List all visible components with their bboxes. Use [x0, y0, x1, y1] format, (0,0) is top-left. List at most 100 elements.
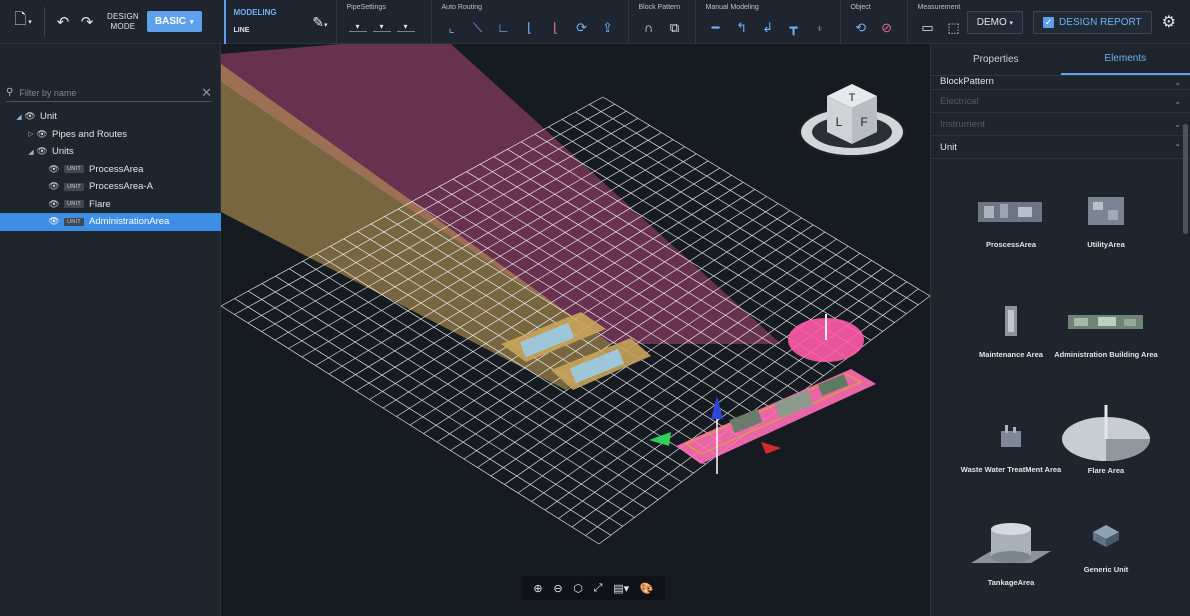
- demo-label: DEMO: [976, 16, 1007, 28]
- view-cube[interactable]: T L F: [799, 84, 905, 157]
- group-label: PipeSettings: [346, 3, 386, 11]
- expand-icon[interactable]: ◢: [14, 113, 24, 121]
- demo-dropdown[interactable]: DEMO ▾: [966, 10, 1024, 34]
- block-icon[interactable]: ⧉: [667, 20, 683, 36]
- eye-icon[interactable]: 👁: [48, 199, 60, 210]
- section-label: Instrument: [940, 118, 985, 130]
- design-report-button[interactable]: ✓ DESIGN REPORT: [1033, 10, 1152, 34]
- top-toolbar: 🗋 ▾ ↶ ↷ DESIGN MODE BASIC ▾ MODELING LINE …: [0, 0, 1190, 44]
- element-label: ProscessArea: [985, 240, 1037, 249]
- chevron-up-icon: ⌃: [1174, 142, 1181, 152]
- section-unit[interactable]: Unit ⌃: [931, 136, 1190, 159]
- tab-properties[interactable]: Properties: [931, 44, 1061, 75]
- cube-top-face-label: T: [849, 92, 856, 104]
- tree-node-label: Unit: [40, 111, 57, 123]
- magnet-icon[interactable]: ∩: [641, 20, 657, 36]
- eye-icon[interactable]: 👁: [36, 146, 48, 157]
- filter-input[interactable]: ⚲ Filter by name ✕: [6, 84, 212, 102]
- zoom-out-icon[interactable]: ⊖: [553, 582, 562, 595]
- route-alert-icon[interactable]: ⌊: [548, 20, 564, 36]
- divider: [44, 6, 45, 37]
- tree-node-units[interactable]: ◢ 👁 Units: [0, 143, 221, 161]
- pipe-setting-dropdown[interactable]: ▾: [396, 22, 415, 32]
- checkbox-icon: ✓: [1043, 16, 1055, 28]
- fullscreen-icon[interactable]: ⤢: [594, 582, 603, 595]
- eye-icon[interactable]: 👁: [24, 111, 36, 122]
- section-electrical[interactable]: Electrical ⌄: [931, 90, 1190, 113]
- eye-icon[interactable]: 👁: [48, 216, 60, 227]
- tree-node-processarea[interactable]: 👁 UNIT ProcessArea: [0, 161, 221, 179]
- expand-icon[interactable]: ◢: [26, 148, 36, 156]
- pen-icon[interactable]: ✎▾: [312, 14, 327, 31]
- element-card[interactable]: UtilityArea: [1051, 182, 1161, 249]
- pipe-bend-icon[interactable]: ↲: [760, 20, 776, 36]
- route-elbow-icon[interactable]: ⌞: [444, 20, 460, 36]
- element-card[interactable]: Generic Unit: [1051, 507, 1161, 574]
- tree-node-administrationarea[interactable]: 👁 UNIT AdministrationArea: [0, 213, 221, 231]
- element-card[interactable]: Administration Building Area: [1051, 292, 1161, 359]
- clear-icon[interactable]: ✕: [201, 85, 212, 101]
- ruler-icon[interactable]: ▭: [920, 20, 936, 36]
- object-rotate-icon[interactable]: ⟲: [853, 20, 869, 36]
- tree-node-processarea-a[interactable]: 👁 UNIT ProcessArea-A: [0, 178, 221, 196]
- pipe-elbow-icon[interactable]: ↰: [734, 20, 750, 36]
- pipe-straight-icon[interactable]: ━: [708, 20, 724, 36]
- zoom-in-icon[interactable]: ⊕: [533, 582, 542, 595]
- route-diagonal-icon[interactable]: ⟍: [470, 20, 486, 36]
- element-card[interactable]: Flare Area: [1051, 400, 1161, 475]
- pipe-setting-dropdown[interactable]: ▾: [348, 22, 367, 32]
- file-menu-button[interactable]: 🗋 ▾: [10, 9, 36, 34]
- scene-canvas[interactable]: T L F: [221, 44, 930, 616]
- section-blockpattern[interactable]: BlockPattern ⌄: [931, 76, 1190, 90]
- basic-mode-dropdown[interactable]: BASIC ▾: [146, 11, 202, 32]
- gear-icon[interactable]: ⚙: [1162, 12, 1176, 32]
- gizmo-left-arrow[interactable]: [649, 432, 671, 446]
- design-mode-label: DESIGN MODE: [107, 11, 139, 31]
- fit-view-icon[interactable]: ⬡: [573, 582, 583, 595]
- collapse-icon[interactable]: ▷: [26, 130, 36, 138]
- 3d-viewport[interactable]: T L F ⊕ ⊖ ⬡ ⤢ ▤▾ 🎨: [221, 44, 930, 616]
- modeling-group[interactable]: MODELING LINE ✎▾: [223, 0, 336, 44]
- caret-down-icon: ▾: [1009, 19, 1014, 27]
- caret-down-icon: ▾: [190, 18, 194, 26]
- unit-badge: UNIT: [64, 165, 85, 174]
- gizmo-right-arrow[interactable]: [761, 442, 781, 454]
- pipe-setting-dropdown[interactable]: ▾: [372, 22, 391, 32]
- pipe-reducer-icon[interactable]: ⍖: [812, 20, 828, 36]
- route-refresh-icon[interactable]: ⟳: [574, 20, 590, 36]
- administration-building-thumbnail: [1068, 315, 1143, 329]
- route-corner-icon[interactable]: ∟: [496, 20, 512, 36]
- tree-node-flare[interactable]: 👁 UNIT Flare: [0, 196, 221, 214]
- search-icon: ⚲: [6, 87, 14, 98]
- manual-modeling-group: Manual Modeling ━ ↰ ↲ ┳ ⍖: [694, 0, 840, 44]
- palette-icon[interactable]: 🎨: [640, 582, 654, 595]
- eye-icon[interactable]: 👁: [48, 181, 60, 192]
- tree-node-unit[interactable]: ◢ 👁 Unit: [0, 108, 221, 126]
- route-auto-icon[interactable]: ⌊: [522, 20, 538, 36]
- eye-icon[interactable]: 👁: [48, 164, 60, 175]
- maintenance-area-thumbnail: [1005, 306, 1017, 336]
- view-mode-icon[interactable]: ▤▾: [613, 582, 629, 595]
- redo-button[interactable]: ↷: [77, 13, 97, 31]
- element-label: Generic Unit: [1083, 565, 1129, 574]
- section-label: Electrical: [940, 95, 979, 107]
- gizmo-up-arrow[interactable]: [711, 396, 723, 419]
- element-card[interactable]: TankageArea: [956, 512, 1066, 587]
- cube-left-face-label: L: [836, 115, 843, 129]
- element-card[interactable]: ProscessArea: [956, 182, 1066, 249]
- element-card[interactable]: Waste Water TreatMent Area: [956, 407, 1066, 474]
- unit-badge: UNIT: [64, 200, 85, 209]
- tree-node-pipes[interactable]: ▷ 👁 Pipes and Routes: [0, 126, 221, 144]
- tab-elements[interactable]: Elements: [1060, 44, 1190, 75]
- object-disable-icon[interactable]: ⊘: [879, 20, 895, 36]
- group-label: Measurement: [917, 3, 961, 11]
- pipe-tee-icon[interactable]: ┳: [786, 20, 802, 36]
- route-upload-icon[interactable]: ⇪: [600, 20, 616, 36]
- undo-button[interactable]: ↶: [53, 13, 73, 31]
- flare-area-thumbnail: [1062, 405, 1150, 461]
- box-measure-icon[interactable]: ⬚: [946, 20, 962, 36]
- scrollbar[interactable]: [1183, 124, 1188, 234]
- eye-icon[interactable]: 👁: [36, 129, 48, 140]
- element-card[interactable]: Maintenance Area: [956, 292, 1066, 359]
- section-instrument[interactable]: Instrument ⌄: [931, 113, 1190, 136]
